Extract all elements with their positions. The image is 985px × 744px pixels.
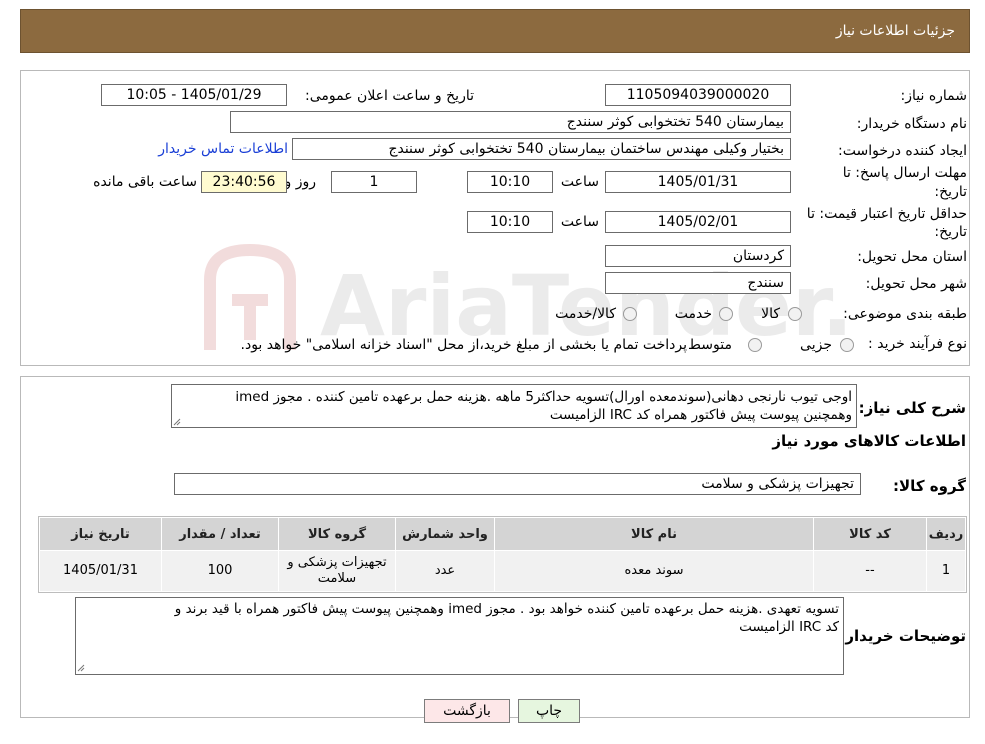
purchase-type-radio-medium[interactable] — [748, 338, 762, 352]
goods-section-title: اطلاعات کالاهای مورد نیاز — [772, 432, 966, 450]
announce-datetime-label: تاریخ و ساعت اعلان عمومی: — [305, 88, 474, 104]
buyer-notes-line-1: تسویه تعهدی .هزینه حمل برعهده تامین کنند… — [174, 601, 839, 617]
need-number-field: 1105094039000020 — [605, 84, 791, 106]
col-header-item-group: گروه کالا — [278, 517, 396, 551]
category-option-service: خدمت — [674, 306, 712, 322]
category-radio-goods-service[interactable] — [623, 307, 637, 321]
buyer-notes-textarea[interactable]: تسویه تعهدی .هزینه حمل برعهده تامین کنند… — [75, 597, 844, 675]
validity-label-date: تاریخ: — [934, 224, 967, 240]
print-button[interactable]: چاپ — [518, 699, 580, 723]
page-header: جزئیات اطلاعات نیاز — [20, 9, 970, 53]
validity-date-field: 1405/02/01 — [605, 211, 791, 233]
cell-item-code: -- — [813, 550, 927, 592]
purchase-type-option-small: جزیی — [800, 337, 832, 353]
buyer-notes-line-2: کد IRC الزامیست — [739, 619, 839, 635]
deadline-label: مهلت ارسال پاسخ: تا — [842, 165, 967, 181]
category-label: طبقه بندی موضوعی: — [843, 306, 967, 322]
category-radio-goods[interactable] — [788, 307, 802, 321]
goods-group-label: گروه کالا: — [893, 477, 966, 495]
city-field: سنندج — [605, 272, 791, 294]
province-field: کردستان — [605, 245, 791, 267]
purchase-type-label: نوع فرآیند خرید : — [868, 336, 967, 352]
category-option-goods-service: کالا/خدمت — [555, 306, 616, 322]
need-number-label: شماره نیاز: — [900, 88, 968, 104]
resize-grip-icon[interactable] — [77, 664, 85, 672]
goods-group-field: تجهیزات پزشکی و سلامت — [174, 473, 861, 495]
items-table: ردیف کد کالا نام کالا واحد شمارش گروه کا… — [39, 517, 966, 592]
col-header-item-name: نام کالا — [494, 517, 814, 551]
deadline-label-date: تاریخ: — [934, 184, 967, 200]
cell-item-name: سوند معده — [494, 550, 814, 592]
deadline-date-field: 1405/01/31 — [605, 171, 791, 193]
category-radio-service[interactable] — [719, 307, 733, 321]
deadline-time-field: 10:10 — [467, 171, 553, 193]
requester-field: بختیار وکیلی مهندس ساختمان بیمارستان 540… — [292, 138, 791, 160]
city-label: شهر محل تحویل: — [865, 276, 967, 292]
description-line-2: وهمچنین پیوست پیش فاکتور همراه کد IRC ال… — [549, 407, 852, 423]
validity-time-field: 10:10 — [467, 211, 553, 233]
table-header-row: ردیف کد کالا نام کالا واحد شمارش گروه کا… — [39, 517, 966, 551]
requester-label: ایجاد کننده درخواست: — [838, 143, 967, 159]
description-label: شرح کلی نیاز: — [858, 399, 966, 417]
col-header-quantity: تعداد / مقدار — [161, 517, 279, 551]
province-label: استان محل تحویل: — [857, 249, 967, 265]
page-title: جزئیات اطلاعات نیاز — [835, 23, 955, 39]
cell-row-number: 1 — [926, 550, 966, 592]
buyer-contact-link[interactable]: اطلاعات تماس خریدار — [158, 141, 288, 157]
deadline-time-label: ساعت — [560, 174, 599, 190]
deadline-days-label: روز و — [284, 174, 317, 190]
cell-unit: عدد — [395, 550, 495, 592]
validity-time-label: ساعت — [560, 214, 599, 230]
category-option-goods: کالا — [761, 306, 780, 322]
items-table-frame: ردیف کد کالا نام کالا واحد شمارش گروه کا… — [38, 516, 967, 593]
col-header-need-date: تاریخ نیاز — [39, 517, 162, 551]
cell-item-group: تجهیزات پزشکی و سلامت — [278, 550, 396, 592]
announce-datetime-field: 1405/01/29 - 10:05 — [101, 84, 287, 106]
remaining-time-field: 23:40:56 — [201, 171, 287, 193]
buyer-notes-label: توضیحات خریدار: — [839, 627, 966, 645]
description-textarea[interactable]: اوجی تیوب نارنجی دهانی(سوندمعده اورال)تس… — [171, 384, 857, 428]
buyer-org-label: نام دستگاه خریدار: — [856, 116, 967, 132]
col-header-row-number: ردیف — [926, 517, 966, 551]
back-button[interactable]: بازگشت — [424, 699, 510, 723]
col-header-unit: واحد شمارش — [395, 517, 495, 551]
purchase-type-radio-small[interactable] — [840, 338, 854, 352]
resize-grip-icon[interactable] — [173, 418, 181, 426]
deadline-days-field: 1 — [331, 171, 417, 193]
buyer-org-field: بیمارستان 540 تختخوابی کوثر سنندج — [230, 111, 791, 133]
purchase-type-option-medium: متوسط — [688, 337, 732, 353]
col-header-item-code: کد کالا — [813, 517, 927, 551]
remaining-time-label: ساعت باقی مانده — [93, 174, 197, 190]
table-row: 1 -- سوند معده عدد تجهیزات پزشکی و سلامت… — [39, 550, 966, 592]
cell-need-date: 1405/01/31 — [39, 550, 162, 592]
purchase-type-note: پرداخت تمام یا بخشی از مبلغ خرید،از محل … — [240, 337, 687, 353]
description-line-1: اوجی تیوب نارنجی دهانی(سوندمعده اورال)تس… — [235, 389, 852, 405]
cell-quantity: 100 — [161, 550, 279, 592]
validity-label: حداقل تاریخ اعتبار قیمت: تا — [806, 206, 967, 222]
